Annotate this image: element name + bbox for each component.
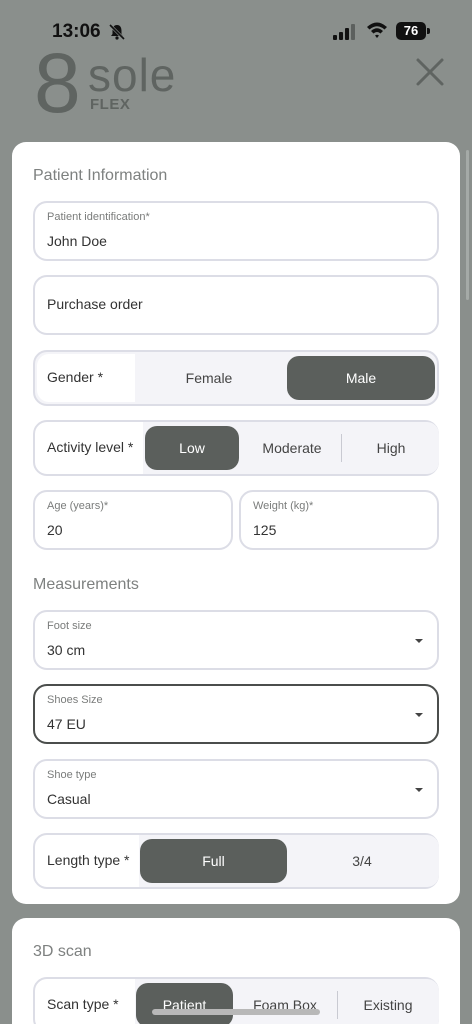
patient-identification-field[interactable]: Patient identification* John Doe <box>33 201 439 261</box>
activity-option-high[interactable]: High <box>343 426 439 470</box>
logo-number: 8 <box>34 36 81 130</box>
home-indicator[interactable] <box>152 1009 320 1015</box>
scan-section-title: 3D scan <box>33 943 92 960</box>
scrollbar[interactable] <box>466 150 469 300</box>
bell-muted-icon <box>108 23 126 41</box>
weight-label: Weight (kg)* <box>253 500 314 512</box>
logo-word: sole <box>88 49 177 101</box>
foot-size-value: 30 cm <box>47 642 86 658</box>
shoes-size-select[interactable]: Shoes Size 47 EU <box>33 684 439 744</box>
length-option-full[interactable]: Full <box>140 839 287 883</box>
battery-indicator: 76 <box>396 22 430 40</box>
shoe-type-value: Casual <box>47 791 91 807</box>
shoes-size-label: Shoes Size <box>47 694 103 706</box>
length-type-label: Length type * <box>47 852 130 868</box>
scan-option-existing[interactable]: Existing <box>339 983 437 1024</box>
activity-option-moderate[interactable]: Moderate <box>243 426 341 470</box>
patient-identification-label: Patient identification* <box>47 211 150 223</box>
weight-value: 125 <box>253 522 277 538</box>
activity-level-selector: Activity level * Low Moderate High <box>33 420 439 476</box>
chevron-down-icon <box>415 713 423 717</box>
cellular-signal-icon <box>333 24 355 40</box>
gender-option-male[interactable]: Male <box>287 356 435 400</box>
battery-tip <box>427 28 430 34</box>
shoe-type-select[interactable]: Shoe type Casual <box>33 759 439 819</box>
foot-size-select[interactable]: Foot size 30 cm <box>33 610 439 670</box>
age-field[interactable]: Age (years)* 20 <box>33 490 233 550</box>
age-label: Age (years)* <box>47 500 109 512</box>
length-type-selector: Length type * Full 3/4 <box>33 833 439 889</box>
scan-type-label: Scan type * <box>47 996 119 1012</box>
foot-size-label: Foot size <box>47 620 92 632</box>
activity-level-label: Activity level * <box>47 439 134 455</box>
patient-identification-value: John Doe <box>47 233 107 249</box>
gender-selector: Gender * Female Male <box>33 350 439 406</box>
battery-level: 76 <box>396 22 426 40</box>
logo-sub: FLEX <box>90 96 131 113</box>
chevron-down-icon <box>415 639 423 643</box>
length-option-three-quarter[interactable]: 3/4 <box>287 839 437 883</box>
activity-divider <box>341 434 342 462</box>
activity-option-low[interactable]: Low <box>145 426 239 470</box>
measurements-section-title: Measurements <box>33 576 139 593</box>
shoes-size-value: 47 EU <box>47 716 86 732</box>
gender-option-female[interactable]: Female <box>149 356 269 400</box>
age-value: 20 <box>47 522 63 538</box>
purchase-order-placeholder: Purchase order <box>47 296 143 312</box>
chevron-down-icon <box>415 788 423 792</box>
patient-form-card: Patient Information Patient identificati… <box>12 142 460 904</box>
gender-label: Gender * <box>47 369 104 385</box>
weight-field[interactable]: Weight (kg)* 125 <box>239 490 439 550</box>
purchase-order-field[interactable]: Purchase order <box>33 275 439 335</box>
scan-divider <box>337 991 338 1019</box>
scan-option-patient[interactable]: Patient <box>136 983 233 1024</box>
scan-option-foam-box[interactable]: Foam Box <box>235 983 335 1024</box>
patient-section-title: Patient Information <box>33 167 168 184</box>
app-logo: 8 sole FLEX <box>34 36 194 130</box>
close-icon[interactable] <box>412 54 448 90</box>
scan-type-selector: Scan type * Patient Foam Box Existing <box>33 977 439 1024</box>
shoe-type-label: Shoe type <box>47 769 97 781</box>
wifi-icon <box>367 22 387 38</box>
